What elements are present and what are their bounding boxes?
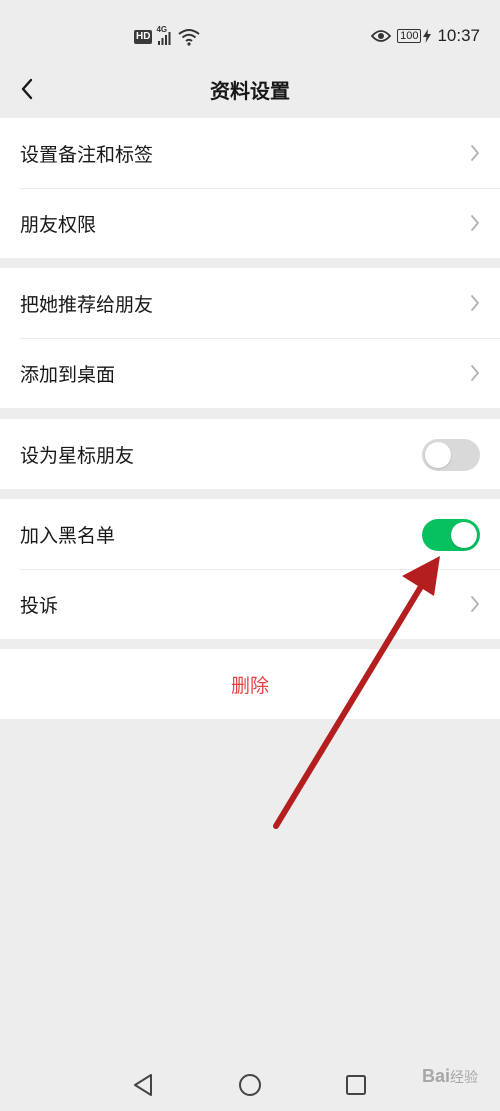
row-add-to-blacklist: 加入黑名单 [0, 499, 500, 569]
watermark-brand: Bai [421, 1066, 450, 1086]
settings-group-share: 把她推荐给朋友 添加到桌面 [0, 268, 500, 408]
row-friend-permissions[interactable]: 朋友权限 [0, 188, 500, 258]
wifi-icon [178, 29, 201, 46]
page-title: 资料设置 [210, 79, 290, 103]
row-report[interactable]: 投诉 [0, 569, 500, 639]
battery-indicator: 100 [397, 29, 422, 43]
delete-label: 删除 [230, 674, 269, 697]
row-label: 添加到桌面 [20, 363, 116, 386]
delete-group: 删除 [0, 649, 500, 719]
row-label: 朋友权限 [20, 213, 97, 236]
row-label: 加入黑名单 [20, 524, 116, 547]
recents-square-icon [346, 1075, 366, 1095]
delete-button[interactable]: 删除 [0, 649, 500, 719]
row-recommend-to-friend[interactable]: 把她推荐给朋友 [0, 268, 500, 338]
row-star-friend: 设为星标朋友 [0, 419, 500, 489]
row-set-remark-tags[interactable]: 设置备注和标签 [0, 118, 500, 188]
settings-group-remarks: 设置备注和标签 朋友权限 [0, 118, 500, 258]
chevron-right-icon [471, 145, 479, 161]
status-left: HD 4G [134, 25, 201, 46]
network-indicator: 4G [156, 25, 171, 45]
eye-icon [371, 30, 392, 42]
chevron-right-icon [471, 596, 479, 612]
nav-recents-button[interactable] [343, 1072, 369, 1098]
status-right: 100 10:37 [371, 26, 480, 46]
chevron-right-icon [471, 295, 479, 311]
nav-home-button[interactable] [237, 1072, 263, 1098]
home-circle-icon [239, 1074, 261, 1096]
star-friend-toggle[interactable] [422, 439, 480, 471]
row-label: 设为星标朋友 [20, 444, 135, 467]
hd-badge: HD [134, 30, 153, 44]
charging-icon [423, 29, 432, 43]
back-triangle-icon [134, 1074, 152, 1096]
row-label: 把她推荐给朋友 [20, 293, 154, 316]
row-add-to-desktop[interactable]: 添加到桌面 [0, 338, 500, 408]
chevron-right-icon [471, 365, 479, 381]
toggle-knob [451, 522, 477, 548]
settings-group-star: 设为星标朋友 [0, 419, 500, 489]
blacklist-toggle[interactable] [422, 519, 480, 551]
row-label: 设置备注和标签 [20, 143, 154, 166]
nav-back-button[interactable] [131, 1072, 157, 1098]
clock: 10:37 [437, 26, 480, 45]
signal-icon [158, 32, 171, 45]
watermark-sub: 经验 [450, 1069, 478, 1085]
chevron-right-icon [471, 215, 479, 231]
baidu-watermark: Bai经验 [422, 1066, 478, 1087]
toggle-knob [425, 442, 451, 468]
status-bar: HD 4G 100 10:37 [0, 0, 500, 70]
header: 资料设置 [0, 70, 500, 118]
row-label: 投诉 [20, 594, 59, 617]
settings-group-block: 加入黑名单 投诉 [0, 499, 500, 639]
